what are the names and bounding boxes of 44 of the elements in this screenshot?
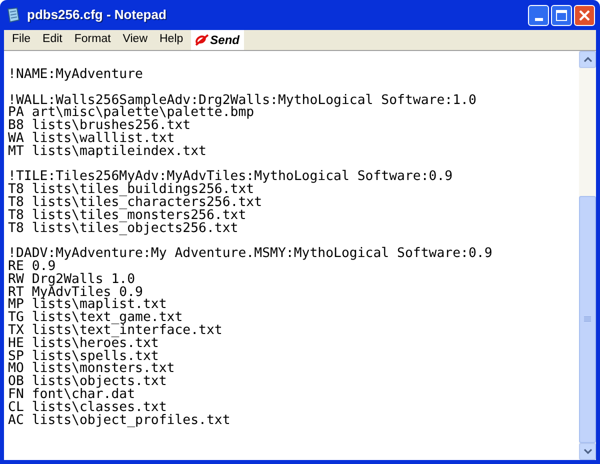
text-line: CL lists\classes.txt bbox=[8, 402, 167, 415]
text-line: T8 lists\tiles_buildings256.txt bbox=[8, 184, 254, 197]
grip-icon bbox=[584, 316, 591, 323]
text-line: OB lists\objects.txt bbox=[8, 376, 167, 389]
text-line: FN font\char.dat bbox=[8, 388, 136, 402]
menu-item[interactable]: Edit bbox=[36, 31, 68, 49]
text-line: MP lists\maplist.txt bbox=[8, 299, 167, 312]
scrollbar[interactable] bbox=[579, 51, 596, 460]
scroll-up-button[interactable] bbox=[579, 51, 596, 68]
minimize-button[interactable] bbox=[528, 4, 549, 26]
text-line: T8 lists\tiles_objects256.txt bbox=[8, 222, 238, 236]
notepad-icon bbox=[5, 7, 21, 23]
text-line: MT lists\maptileindex.txt bbox=[8, 146, 206, 159]
text-line: WA lists\walllist.txt bbox=[8, 132, 175, 146]
text-line: !TILE:Tiles256MyAdv:MyAdvTiles:MythoLogical Software:0.9 bbox=[8, 171, 453, 184]
close-icon bbox=[579, 10, 590, 20]
window-title: pdbs256.cfg - Notepad bbox=[27, 6, 166, 24]
text-line: RE 0.9 bbox=[8, 260, 56, 274]
text-line: T8 lists\tiles_monsters256.txt bbox=[8, 210, 246, 223]
text-line: RW Drg2Walls 1.0 bbox=[8, 274, 136, 287]
menu-item[interactable]: File bbox=[6, 31, 37, 49]
text-line: RT MyAdvTiles 0.9 bbox=[8, 286, 143, 300]
menu-item[interactable]: View bbox=[116, 31, 154, 49]
send-icon bbox=[195, 34, 210, 46]
maximize-button[interactable] bbox=[551, 4, 572, 26]
text-line: !NAME:MyAdventure bbox=[8, 69, 143, 82]
text-line: AC lists\object_profiles.txt bbox=[8, 414, 230, 428]
scroll-thumb[interactable] bbox=[579, 196, 596, 443]
text-line: !WALL:Walls256SampleAdv:Drg2Walls:MythoLogical Software:1.0 bbox=[8, 94, 476, 108]
text-line: T8 lists\tiles_characters256.txt bbox=[8, 196, 262, 210]
menu-item[interactable]: Help bbox=[154, 31, 190, 49]
text-line: SP lists\spells.txt bbox=[8, 350, 159, 364]
text-line: B8 lists\brushes256.txt bbox=[8, 120, 191, 133]
text-line: TG lists\text_game.txt bbox=[8, 312, 183, 325]
text-line: TX lists\text_interface.txt bbox=[8, 324, 222, 338]
maximize-icon bbox=[556, 10, 567, 20]
menu-item[interactable]: Format bbox=[68, 31, 117, 49]
text-line: PA art\misc\palette\palette.bmp bbox=[8, 107, 254, 120]
close-button[interactable] bbox=[574, 4, 595, 26]
text-line: HE lists\heroes.txt bbox=[8, 338, 159, 351]
minimize-icon bbox=[534, 18, 542, 20]
scroll-down-button[interactable] bbox=[579, 443, 596, 460]
send-button[interactable]: Send bbox=[191, 30, 244, 50]
text-line: !DADV:MyAdventure:My Adventure.MSMY:MythoLogical Software:0.9 bbox=[8, 248, 492, 261]
